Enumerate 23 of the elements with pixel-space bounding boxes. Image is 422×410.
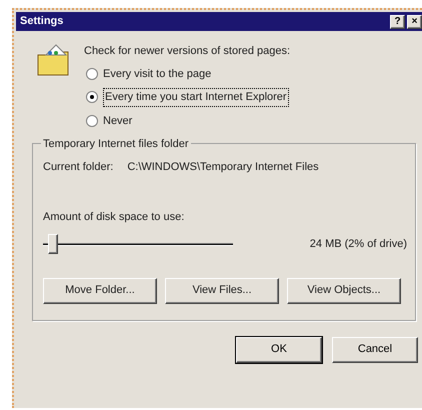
disk-space-reading: 24 MB (2% of drive): [310, 237, 407, 252]
cancel-button[interactable]: Cancel: [332, 336, 418, 362]
folder-action-button[interactable]: View Objects...: [287, 278, 401, 304]
slider-thumb[interactable]: [48, 234, 58, 254]
check-label: Check for newer versions of stored pages:: [84, 44, 290, 59]
radio-button[interactable]: [86, 114, 98, 127]
current-folder-label: Current folder:: [43, 160, 114, 174]
folder-action-button[interactable]: View Files...: [165, 278, 279, 304]
group-title: Temporary Internet files folder: [41, 138, 191, 150]
window-title: Settings: [20, 14, 64, 30]
radio-button[interactable]: [86, 68, 98, 80]
help-button[interactable]: ?: [390, 14, 405, 28]
disk-space-label: Amount of disk space to use:: [43, 210, 186, 225]
folder-action-button[interactable]: Move Folder...: [43, 278, 157, 304]
radio-label: Never: [103, 114, 132, 128]
folder-icon: [36, 43, 70, 77]
close-button[interactable]: ×: [407, 14, 422, 28]
radio-label: Every visit to the page: [103, 66, 212, 82]
ok-button[interactable]: OK: [236, 336, 322, 362]
current-folder-path: C:\WINDOWS\Temporary Internet Files: [127, 160, 319, 174]
disk-space-slider[interactable]: [43, 234, 233, 256]
radio-label: Every time you start Internet Explorer: [103, 88, 289, 106]
radio-button[interactable]: [86, 91, 98, 104]
